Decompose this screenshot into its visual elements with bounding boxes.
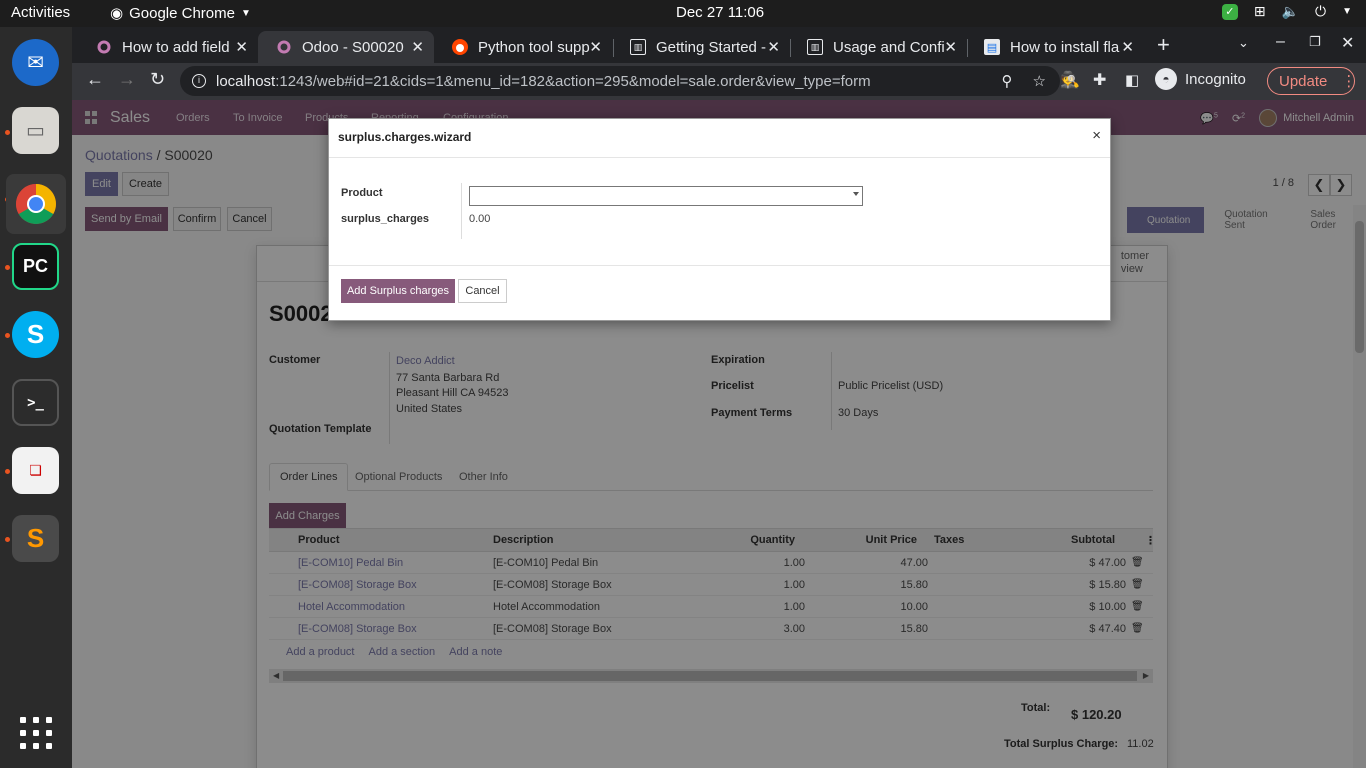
skype-icon[interactable]: S — [12, 311, 59, 358]
running-indicator — [5, 333, 10, 338]
dialog-header: surplus.charges.wizard × — [329, 119, 1110, 158]
bookmark-star-icon[interactable]: ☆ — [1033, 72, 1046, 90]
terminal-icon[interactable]: >_ — [12, 379, 59, 426]
back-icon[interactable]: ← — [86, 69, 104, 90]
docs-icon: ▥ — [807, 39, 823, 55]
docs-icon: ▥ — [630, 39, 646, 55]
files-icon[interactable]: ▭ — [12, 107, 59, 154]
side-panel-icon[interactable]: ◧ — [1125, 71, 1139, 89]
address-bar[interactable]: i localhost:1243/web#id=21&cids=1&menu_i… — [180, 66, 1060, 96]
info-icon[interactable]: i — [192, 74, 206, 88]
reddit-icon — [452, 39, 468, 55]
dialog-body: Product surplus_charges 0.00 — [329, 159, 1110, 265]
extensions-icon[interactable]: ✚ — [1093, 70, 1106, 90]
volume-icon[interactable]: 🔈 — [1282, 3, 1299, 20]
cancel-button[interactable]: Cancel — [458, 279, 507, 303]
close-tab-icon[interactable]: ✕ — [767, 38, 780, 56]
show-apps-icon[interactable] — [20, 717, 52, 749]
tab-search-icon[interactable]: ⌄ — [1238, 35, 1249, 51]
product-select[interactable] — [469, 186, 863, 206]
chrome-icon[interactable] — [6, 174, 66, 234]
incognito-indicator[interactable]: ◓ Incognito — [1155, 68, 1246, 90]
kebab-menu-icon: ⋮ — [1341, 73, 1357, 90]
close-window-icon[interactable]: ✕ — [1341, 33, 1354, 53]
close-tab-icon[interactable]: ✕ — [589, 38, 602, 56]
pycharm-icon[interactable]: PC — [12, 243, 59, 290]
app-name: Google Chrome — [129, 4, 235, 22]
browser-tab[interactable]: ▤ How to install fla ✕ — [966, 31, 1144, 63]
browser-tab[interactable]: ▥ Usage and Confi ✕ — [789, 31, 967, 63]
thunderbird-icon[interactable]: ✉ — [12, 39, 59, 86]
chevron-down-icon: ▼ — [240, 7, 251, 19]
dialog-title: surplus.charges.wizard — [338, 130, 472, 144]
running-indicator — [5, 265, 10, 270]
divider — [461, 183, 462, 239]
surplus-charges-value[interactable]: 0.00 — [469, 213, 490, 225]
restore-icon[interactable]: ❐ — [1309, 34, 1321, 50]
surplus-charges-wizard-dialog: surplus.charges.wizard × Product surplus… — [328, 118, 1111, 321]
tab-strip: How to add field ✕ Odoo - S00020 ✕ Pytho… — [72, 27, 1366, 63]
odoo-icon — [276, 39, 292, 55]
clock[interactable]: Dec 27 11:06 — [676, 4, 764, 21]
close-tab-icon[interactable]: ✕ — [411, 38, 424, 56]
incognito-label: Incognito — [1185, 70, 1246, 88]
url-host: localhost — [216, 72, 276, 90]
close-icon[interactable]: × — [1092, 127, 1101, 144]
surplus-charges-label: surplus_charges — [341, 213, 430, 225]
minimize-icon[interactable]: – — [1276, 33, 1285, 51]
sublime-text-icon[interactable]: S — [12, 515, 59, 562]
update-label: Update — [1279, 72, 1328, 90]
dock: ✉ ▭ PC S >_ ❏ S — [0, 27, 72, 768]
update-button[interactable]: Update ⋮ — [1267, 67, 1357, 95]
page-icon: ▤ — [984, 39, 1000, 55]
add-surplus-charges-button[interactable]: Add Surplus charges — [341, 279, 455, 303]
url-path: :1243/web#id=21&cids=1&menu_id=182&actio… — [275, 72, 871, 90]
running-indicator — [5, 469, 10, 474]
reload-icon[interactable]: ↻ — [150, 69, 165, 90]
dialog-footer: Add Surplus charges Cancel — [329, 265, 1110, 321]
browser-tab-active[interactable]: Odoo - S00020 ✕ — [258, 31, 434, 63]
browser-toolbar: ← → ↻ i localhost:1243/web#id=21&cids=1&… — [72, 63, 1366, 100]
chevron-down-icon — [853, 192, 859, 196]
odoo-icon — [96, 39, 112, 55]
document-viewer-icon[interactable]: ❏ — [12, 447, 59, 494]
zoom-icon[interactable]: ⚲ — [1002, 72, 1013, 90]
chevron-down-icon[interactable]: ▼ — [1342, 6, 1352, 17]
close-tab-icon[interactable]: ✕ — [1121, 38, 1134, 56]
new-tab-icon[interactable]: + — [1157, 32, 1170, 58]
incognito-extension-icon[interactable]: 🕵 — [1060, 70, 1080, 90]
power-icon[interactable]: ⏻ — [1315, 3, 1326, 20]
incognito-icon: ◓ — [1155, 68, 1177, 90]
system-top-bar: Activities ◉ Google Chrome ▼ Dec 27 11:0… — [0, 0, 1366, 27]
product-label: Product — [341, 187, 383, 199]
browser-tab[interactable]: Python tool supp ✕ — [434, 31, 612, 63]
chrome-icon: ◉ — [110, 5, 124, 22]
shield-icon[interactable]: ✓ — [1221, 3, 1238, 20]
close-tab-icon[interactable]: ✕ — [235, 38, 248, 56]
browser-tab[interactable]: How to add field ✕ — [78, 31, 258, 63]
activities-button[interactable]: Activities — [11, 4, 70, 21]
running-indicator — [5, 537, 10, 542]
forward-icon[interactable]: → — [118, 69, 136, 90]
browser-tab[interactable]: ▥ Getting Started - ✕ — [612, 31, 790, 63]
running-indicator — [5, 130, 10, 135]
app-menu[interactable]: ◉ Google Chrome ▼ — [110, 4, 251, 23]
close-tab-icon[interactable]: ✕ — [944, 38, 957, 56]
system-tray[interactable]: ✓ ⊞ 🔈 ⏻ ▼ — [1221, 3, 1352, 20]
network-icon[interactable]: ⊞ — [1254, 3, 1266, 20]
